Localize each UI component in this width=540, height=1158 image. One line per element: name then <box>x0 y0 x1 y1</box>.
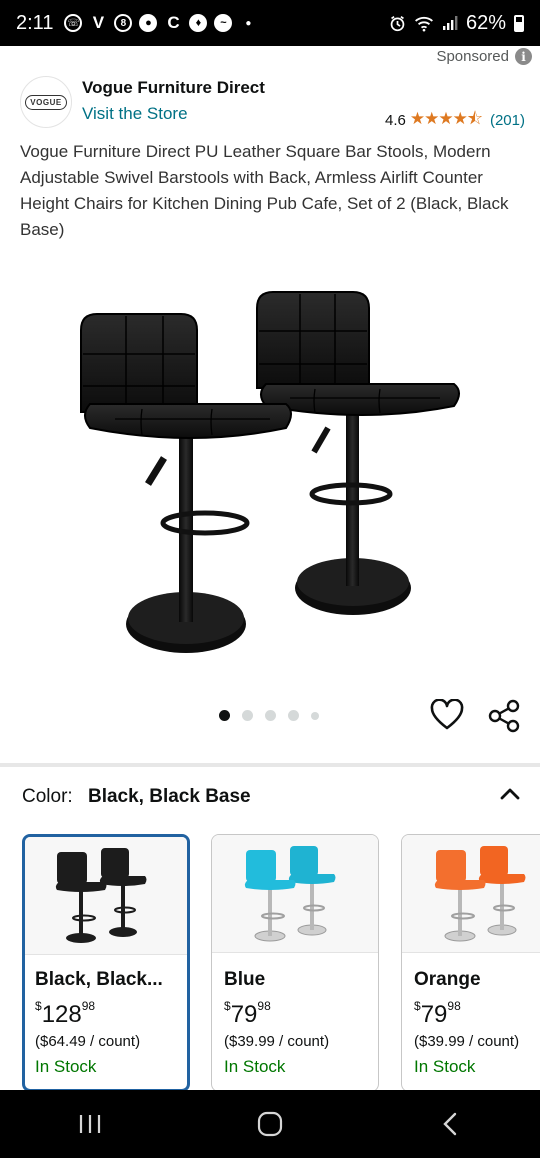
wifi-icon <box>415 16 433 31</box>
brand-row: VOGUE Vogue Furniture Direct Visit the S… <box>20 76 525 129</box>
back-button[interactable] <box>420 1094 480 1154</box>
variant-stool-image <box>244 845 336 941</box>
variant-price: $7998 <box>224 999 271 1029</box>
sponsored-label[interactable]: Sponsored i <box>436 48 532 65</box>
shield-icon: ♦ <box>189 14 208 32</box>
variant-image <box>25 837 187 955</box>
back-icon <box>443 1112 457 1136</box>
variant-card-orange[interactable]: Orange $7998 ($39.99 / count) In Stock <box>401 834 540 1090</box>
variant-name: Orange <box>414 969 481 990</box>
variant-unit-price: ($39.99 / count) <box>224 1033 330 1050</box>
c-icon: C <box>167 13 180 32</box>
recents-button[interactable] <box>60 1094 120 1154</box>
visit-store-link[interactable]: Visit the Store <box>82 104 188 124</box>
variant-image <box>212 835 378 953</box>
variant-stock: In Stock <box>224 1057 286 1076</box>
color-label: Color: <box>22 786 73 807</box>
product-image[interactable] <box>60 246 480 666</box>
status-time: 2:11 <box>16 11 54 34</box>
variant-stock: In Stock <box>35 1057 97 1076</box>
price-symbol: $ <box>414 999 421 1013</box>
variant-price: $12898 <box>35 999 95 1029</box>
carousel-dot[interactable] <box>219 710 230 721</box>
battery-icon <box>514 14 524 32</box>
badge-icon: 8 <box>114 14 133 32</box>
product-page: Sponsored i VOGUE Vogue Furniture Direct… <box>0 46 540 1090</box>
status-bar: 2:11 ☏ V 8 ● C ♦ ~ ● 62% <box>0 0 540 46</box>
dot-icon: ● <box>245 17 252 29</box>
home-icon <box>257 1111 283 1137</box>
carousel-dot[interactable] <box>288 710 299 721</box>
variant-card-black[interactable]: Black, Black... $12898 ($64.49 / count) … <box>22 834 190 1090</box>
image-carousel-dots[interactable] <box>219 710 319 721</box>
color-selector-header[interactable]: Color: Black, Black Base <box>22 786 522 808</box>
rear-stool <box>256 291 460 615</box>
status-right: 62% <box>389 12 524 35</box>
variant-name: Blue <box>224 969 266 990</box>
carousel-dot[interactable] <box>311 711 319 720</box>
variant-card-blue[interactable]: Blue $7998 ($39.99 / count) In Stock <box>211 834 379 1090</box>
price-symbol: $ <box>224 999 231 1013</box>
brand-name[interactable]: Vogue Furniture Direct <box>82 78 265 98</box>
variant-stock: In Stock <box>414 1057 476 1076</box>
section-divider <box>0 763 540 767</box>
phone-chat-icon: ☏ <box>64 14 83 32</box>
variant-stool-image <box>55 847 147 943</box>
home-button[interactable] <box>240 1094 300 1154</box>
rating-value: 4.6 <box>385 112 406 129</box>
signal-icon <box>442 16 458 30</box>
v-icon: V <box>92 13 105 32</box>
price-whole: 79 <box>230 1001 258 1028</box>
rating[interactable]: 4.6 ★★★★⯪ (201) <box>385 106 525 135</box>
battery-percent: 62% <box>465 11 506 34</box>
price-whole: 128 <box>41 1001 82 1028</box>
heart-icon[interactable] <box>430 699 464 731</box>
recents-icon <box>79 1115 101 1133</box>
info-icon[interactable]: i <box>515 48 532 65</box>
sponsored-text: Sponsored <box>436 48 509 65</box>
color-value: Black, Black Base <box>87 786 251 807</box>
variant-price: $7998 <box>414 999 461 1029</box>
price-symbol: $ <box>35 999 42 1013</box>
chevron-up-icon[interactable] <box>498 782 522 806</box>
price-fraction: 98 <box>257 999 271 1013</box>
product-title: Vogue Furniture Direct PU Leather Square… <box>20 142 509 239</box>
rating-count[interactable]: (201) <box>490 112 525 129</box>
variant-unit-price: ($39.99 / count) <box>414 1033 520 1050</box>
carousel-dot[interactable] <box>242 710 253 721</box>
variant-name: Black, Black... <box>35 969 163 990</box>
price-fraction: 98 <box>81 999 96 1013</box>
carousel-dot[interactable] <box>265 710 276 721</box>
share-icon[interactable] <box>487 699 521 733</box>
price-fraction: 98 <box>447 999 461 1013</box>
variant-unit-price: ($64.49 / count) <box>35 1033 141 1050</box>
messenger-icon: ~ <box>214 14 233 32</box>
brand-logo-text: VOGUE <box>25 94 67 110</box>
status-left: 2:11 ☏ V 8 ● C ♦ ~ ● <box>16 12 257 35</box>
brand-logo[interactable]: VOGUE <box>20 76 72 128</box>
star-rating-icon: ★★★★⯪ <box>409 109 483 128</box>
price-whole: 79 <box>420 1001 448 1028</box>
alarm-icon <box>390 15 405 31</box>
variant-stool-image <box>434 845 526 941</box>
messaging-icon: ● <box>139 14 158 32</box>
system-nav-bar <box>0 1090 540 1158</box>
variant-image <box>402 835 540 953</box>
